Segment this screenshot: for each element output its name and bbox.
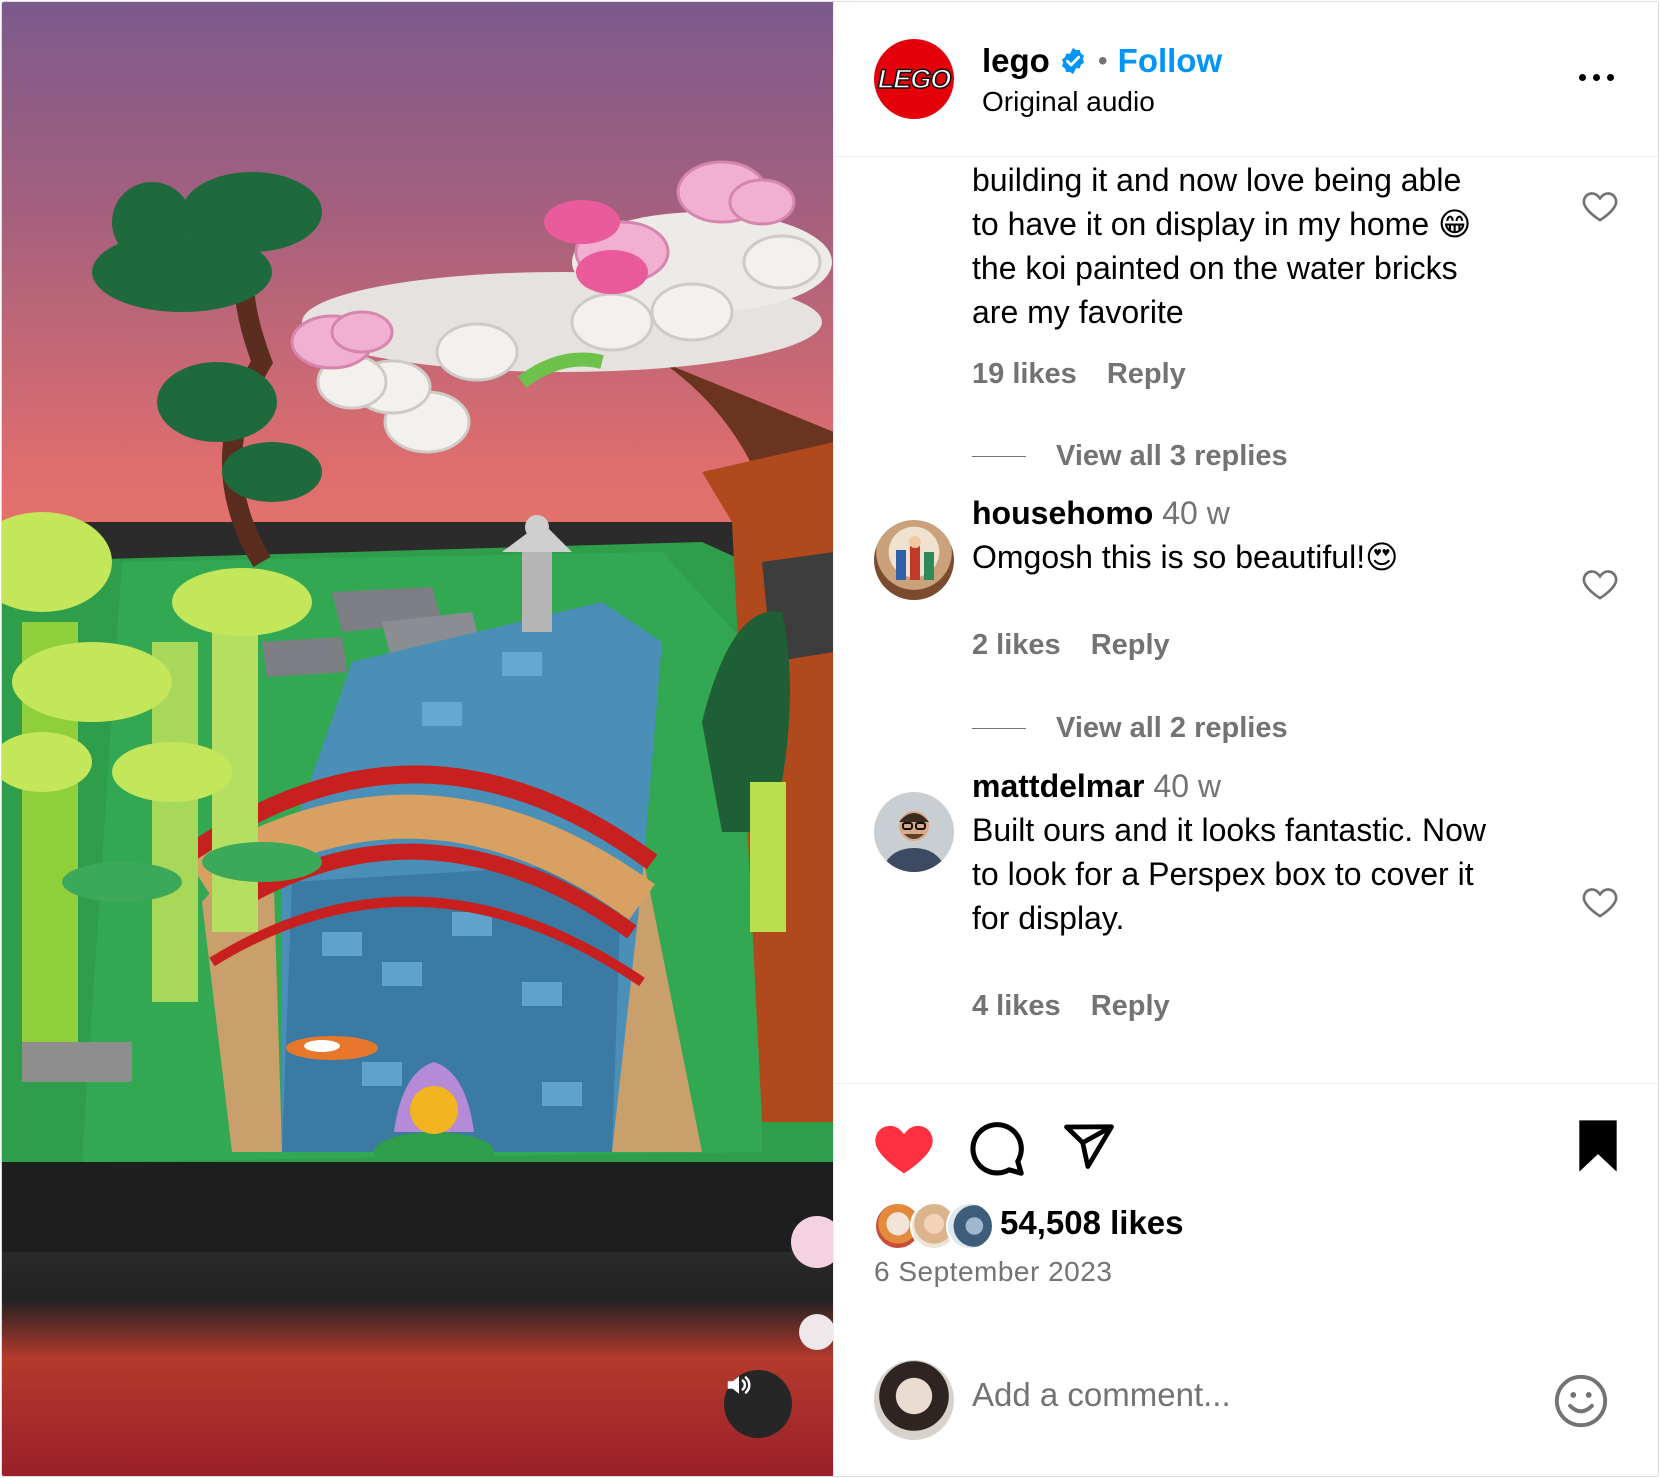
comment-text: Omgosh this is so beautiful!😍 bbox=[972, 539, 1399, 575]
comment-meta: 4 likes Reply bbox=[972, 990, 1170, 1023]
comment-icon[interactable] bbox=[968, 1120, 1026, 1178]
avatar-image bbox=[896, 536, 934, 580]
comment-text: Built ours and it looks fantastic. Now bbox=[972, 812, 1487, 848]
author-line: lego • Follow bbox=[982, 42, 1222, 80]
lego-avatar[interactable]: LEGO bbox=[874, 39, 954, 119]
view-replies-button[interactable]: View all 2 replies bbox=[972, 712, 1288, 745]
like-comment-heart-icon[interactable] bbox=[1580, 564, 1620, 604]
verified-badge-icon bbox=[1058, 46, 1088, 76]
lego-garden-scene bbox=[2, 160, 833, 1350]
liker-avatar bbox=[946, 1202, 994, 1250]
comment-body: househomo 40 w Omgosh this is so beautif… bbox=[972, 491, 1552, 579]
mute-button[interactable] bbox=[724, 1370, 792, 1438]
add-comment-input[interactable] bbox=[972, 1370, 1492, 1420]
liker-avatars[interactable] bbox=[874, 1202, 994, 1250]
comment-text: for display. bbox=[972, 900, 1125, 936]
comment-likes[interactable]: 19 likes bbox=[972, 358, 1077, 391]
comment-time[interactable]: 40 w bbox=[1162, 495, 1230, 531]
add-comment-bar bbox=[834, 1320, 1658, 1476]
more-options-button[interactable] bbox=[1572, 62, 1620, 92]
avatar-image bbox=[874, 792, 954, 872]
speaker-icon bbox=[727, 1376, 751, 1394]
comment-body: mattdelmar 40 w Built ours and it looks … bbox=[972, 764, 1552, 940]
comment-likes[interactable]: 2 likes bbox=[972, 629, 1061, 662]
comment-text: building it and now love being able to h… bbox=[972, 162, 1472, 330]
follow-button[interactable]: Follow bbox=[1118, 42, 1222, 80]
reply-button[interactable]: Reply bbox=[1091, 629, 1170, 662]
post-video[interactable] bbox=[2, 2, 833, 1476]
bookmark-filled-icon[interactable] bbox=[1574, 1118, 1622, 1174]
more-options-icon bbox=[1578, 73, 1586, 81]
comment-likes[interactable]: 4 likes bbox=[972, 990, 1061, 1023]
like-comment-heart-icon[interactable] bbox=[1580, 186, 1620, 226]
post-side-panel: LEGO lego • Follow Original audio buildi… bbox=[833, 2, 1658, 1476]
commenter-avatar[interactable] bbox=[874, 520, 954, 600]
post-header: LEGO lego • Follow Original audio bbox=[834, 2, 1658, 157]
lego-logo-text: LEGO bbox=[877, 63, 952, 95]
heart-filled-icon[interactable] bbox=[872, 1118, 936, 1176]
author-username[interactable]: lego bbox=[982, 42, 1050, 80]
comments-list[interactable]: building it and now love being able to h… bbox=[834, 158, 1658, 1083]
likes-count[interactable]: 54,508 likes bbox=[1000, 1204, 1184, 1242]
reply-button[interactable]: Reply bbox=[1091, 990, 1170, 1023]
post-date[interactable]: 6 September 2023 bbox=[874, 1256, 1112, 1288]
commenter-avatar[interactable] bbox=[874, 792, 954, 872]
comment-time[interactable]: 40 w bbox=[1153, 768, 1221, 804]
comment-username[interactable]: househomo bbox=[972, 495, 1153, 531]
like-comment-heart-icon[interactable] bbox=[1580, 882, 1620, 922]
action-bar: 54,508 likes 6 September 2023 bbox=[834, 1083, 1658, 1313]
separator-dot: • bbox=[1097, 45, 1108, 76]
comment-meta: 2 likes Reply bbox=[972, 629, 1170, 662]
audio-label[interactable]: Original audio bbox=[982, 86, 1155, 118]
comment-meta: 19 likes Reply bbox=[972, 358, 1186, 391]
comment-text: to look for a Perspex box to cover it bbox=[972, 856, 1474, 892]
reply-button[interactable]: Reply bbox=[1107, 358, 1186, 391]
view-replies-button[interactable]: View all 3 replies bbox=[972, 440, 1288, 473]
current-user-avatar[interactable] bbox=[874, 1360, 954, 1440]
post-window: LEGO lego • Follow Original audio buildi… bbox=[1, 1, 1659, 1477]
emoji-icon[interactable] bbox=[1552, 1372, 1610, 1430]
share-icon[interactable] bbox=[1060, 1120, 1118, 1174]
comment-username[interactable]: mattdelmar bbox=[972, 768, 1145, 804]
